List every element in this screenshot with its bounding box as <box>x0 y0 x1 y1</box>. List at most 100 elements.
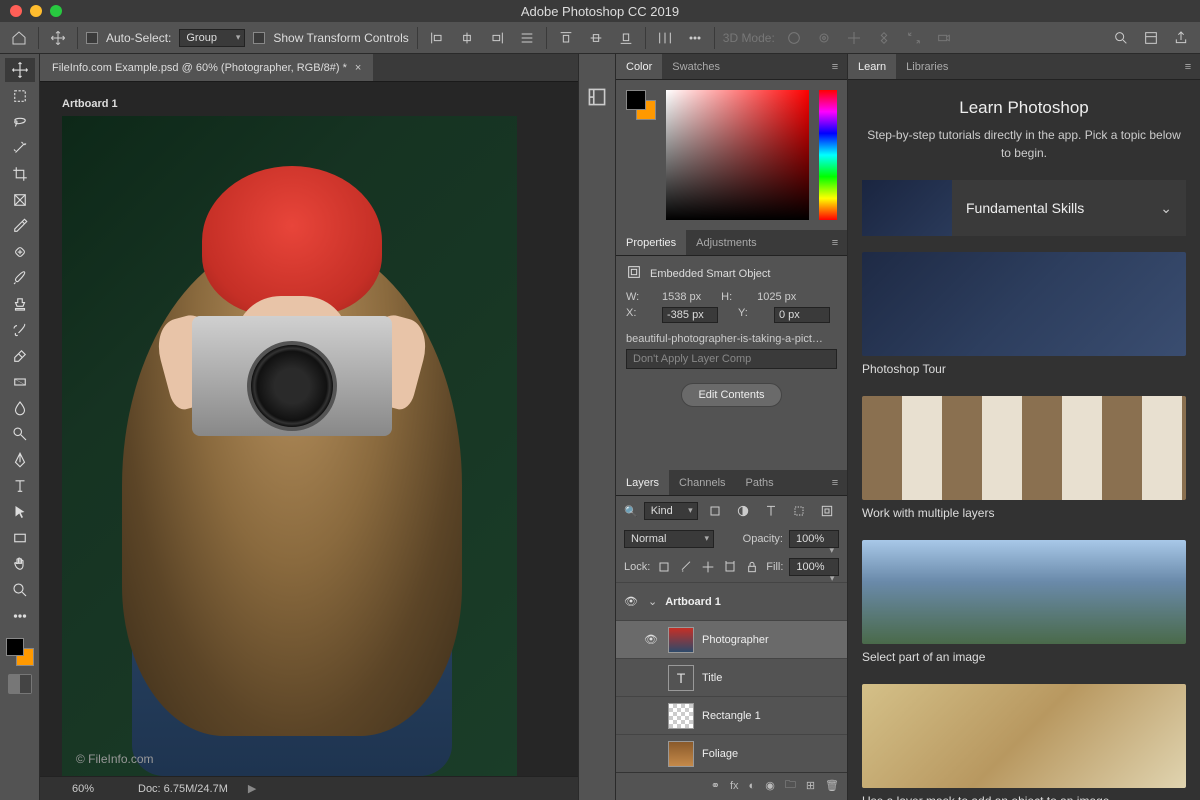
align-vcenter-icon[interactable] <box>585 27 607 49</box>
lock-artboard-icon[interactable] <box>722 556 738 578</box>
move-tool[interactable] <box>5 58 35 82</box>
align-hcenter-icon[interactable] <box>456 27 478 49</box>
prop-y-input[interactable] <box>774 307 830 323</box>
link-layers-icon[interactable]: ⚭ <box>711 779 720 792</box>
tutorial-photoshop-tour[interactable]: Photoshop Tour <box>862 252 1186 376</box>
hue-slider[interactable] <box>819 90 837 220</box>
layer-title[interactable]: T Title <box>616 658 847 696</box>
gradient-tool[interactable] <box>5 370 35 394</box>
dodge-tool[interactable] <box>5 422 35 446</box>
learn-section-fundamental[interactable]: Fundamental Skills ⌄ <box>862 180 1186 236</box>
layer-name[interactable]: Rectangle 1 <box>702 710 761 722</box>
eyedropper-tool[interactable] <box>5 214 35 238</box>
panel-menu-icon[interactable]: ≡ <box>823 54 847 79</box>
align-stack-icon[interactable] <box>516 27 538 49</box>
canvas[interactable]: Artboard 1 © FileInfo.com <box>40 82 578 776</box>
align-right-icon[interactable] <box>486 27 508 49</box>
doc-size-label[interactable]: Doc: 6.75M/24.7M <box>138 783 228 795</box>
lock-transparency-icon[interactable] <box>656 556 672 578</box>
history-brush-tool[interactable] <box>5 318 35 342</box>
search-icon[interactable] <box>1110 27 1132 49</box>
lock-position-icon[interactable] <box>700 556 716 578</box>
artboard-label[interactable]: Artboard 1 <box>62 98 118 110</box>
tab-paths[interactable]: Paths <box>736 470 784 495</box>
layer-photographer[interactable]: 👁 Photographer <box>616 620 847 658</box>
layer-mask-icon[interactable]: ◐ <box>749 780 756 792</box>
lock-all-icon[interactable] <box>744 556 760 578</box>
eraser-tool[interactable] <box>5 344 35 368</box>
tab-properties[interactable]: Properties <box>616 230 686 255</box>
type-tool[interactable] <box>5 474 35 498</box>
tab-channels[interactable]: Channels <box>669 470 735 495</box>
panel-menu-icon[interactable]: ≡ <box>823 470 847 495</box>
prop-x-input[interactable] <box>662 307 718 323</box>
layer-style-icon[interactable]: fx <box>730 780 739 792</box>
search-icon[interactable]: 🔍 <box>624 505 638 518</box>
document-tab[interactable]: FileInfo.com Example.psd @ 60% (Photogra… <box>40 54 373 81</box>
healing-brush-tool[interactable] <box>5 240 35 264</box>
lasso-tool[interactable] <box>5 110 35 134</box>
close-window-button[interactable] <box>10 5 22 17</box>
new-group-icon[interactable]: 🗀 <box>785 776 796 795</box>
quick-mask-toggle[interactable] <box>8 674 32 694</box>
tutorial-layer-mask[interactable]: Use a layer mask to add an object to an … <box>862 684 1186 800</box>
crop-tool[interactable] <box>5 162 35 186</box>
color-field[interactable] <box>666 90 809 220</box>
tab-layers[interactable]: Layers <box>616 470 669 495</box>
auto-select-mode-select[interactable]: Group <box>179 29 245 47</box>
artboard[interactable]: © FileInfo.com <box>62 116 517 776</box>
tab-learn[interactable]: Learn <box>848 54 896 79</box>
layer-name[interactable]: Title <box>702 672 722 684</box>
zoom-level[interactable]: 60% <box>48 783 118 795</box>
rectangle-tool[interactable] <box>5 526 35 550</box>
minimize-window-button[interactable] <box>30 5 42 17</box>
hand-tool[interactable] <box>5 552 35 576</box>
layer-filter-select[interactable]: Kind <box>644 502 698 520</box>
chevron-down-icon[interactable]: ⌄ <box>648 595 657 608</box>
layer-rectangle[interactable]: Rectangle 1 <box>616 696 847 734</box>
tab-color[interactable]: Color <box>616 54 662 79</box>
move-tool-indicator-icon[interactable] <box>47 27 69 49</box>
layer-name[interactable]: Artboard 1 <box>665 596 721 608</box>
new-fill-layer-icon[interactable]: ◉ <box>765 779 775 792</box>
tab-swatches[interactable]: Swatches <box>662 54 730 79</box>
visibility-toggle-icon[interactable]: 👁 <box>622 595 640 608</box>
foreground-background-colors[interactable] <box>6 638 34 666</box>
auto-select-checkbox[interactable] <box>86 32 98 44</box>
align-bottom-icon[interactable] <box>615 27 637 49</box>
marquee-tool[interactable] <box>5 84 35 108</box>
layer-thumbnail[interactable] <box>668 703 694 729</box>
magic-wand-tool[interactable] <box>5 136 35 160</box>
more-options-icon[interactable] <box>684 27 706 49</box>
zoom-tool[interactable] <box>5 578 35 602</box>
delete-layer-icon[interactable]: 🗑 <box>825 779 839 792</box>
tab-adjustments[interactable]: Adjustments <box>686 230 767 255</box>
filter-pixel-icon[interactable] <box>704 500 726 522</box>
tutorial-multiple-layers[interactable]: Work with multiple layers <box>862 396 1186 520</box>
new-layer-icon[interactable]: ⊞ <box>806 779 815 792</box>
distribute-icon[interactable] <box>654 27 676 49</box>
share-icon[interactable] <box>1170 27 1192 49</box>
pen-tool[interactable] <box>5 448 35 472</box>
close-document-icon[interactable]: × <box>355 62 361 74</box>
show-transform-checkbox[interactable] <box>253 32 265 44</box>
workspace-switcher-icon[interactable] <box>1140 27 1162 49</box>
layer-comp-select[interactable]: Don't Apply Layer Comp <box>626 349 837 369</box>
edit-contents-button[interactable]: Edit Contents <box>681 383 781 407</box>
align-left-icon[interactable] <box>426 27 448 49</box>
layer-foliage[interactable]: Foliage <box>616 734 847 772</box>
panel-menu-icon[interactable]: ≡ <box>1176 54 1200 79</box>
visibility-toggle-icon[interactable]: 👁 <box>642 633 660 646</box>
filter-shape-icon[interactable] <box>788 500 810 522</box>
path-selection-tool[interactable] <box>5 500 35 524</box>
blend-mode-select[interactable]: Normal <box>624 530 714 548</box>
fill-input[interactable]: 100% <box>789 558 839 576</box>
learn-body[interactable]: Learn Photoshop Step-by-step tutorials d… <box>848 80 1200 800</box>
layer-name[interactable]: Foliage <box>702 748 738 760</box>
brush-tool[interactable] <box>5 266 35 290</box>
tutorial-select-part[interactable]: Select part of an image <box>862 540 1186 664</box>
edit-toolbar-icon[interactable] <box>5 604 35 628</box>
align-top-icon[interactable] <box>555 27 577 49</box>
home-button[interactable] <box>8 27 30 49</box>
zoom-window-button[interactable] <box>50 5 62 17</box>
